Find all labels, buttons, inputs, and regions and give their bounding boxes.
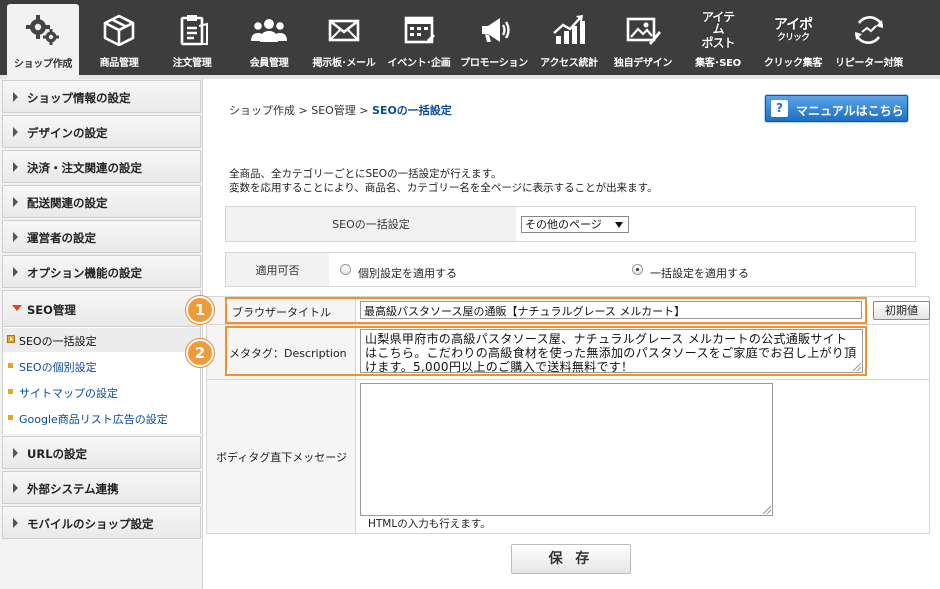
gears-icon — [23, 12, 63, 48]
users-icon — [249, 12, 289, 48]
repeat-smile-icon — [849, 12, 889, 48]
chevron-right-icon — [13, 267, 18, 277]
breadcrumb-current: SEOの一括設定 — [372, 104, 452, 117]
nav-label: プロモーション — [460, 58, 528, 69]
chart-icon — [549, 12, 589, 48]
bullet-icon — [8, 389, 13, 394]
chevron-right-icon — [13, 232, 18, 242]
help-icon: ? — [771, 100, 788, 117]
sidebar-item-shipping[interactable]: 配送関連の設定 — [2, 185, 201, 218]
chevron-right-icon — [13, 483, 18, 493]
chevron-right-icon — [13, 448, 18, 458]
browser-title-input[interactable]: 最高級パスタソース屋の通販【ナチュラルグレース メルカート】 — [360, 301, 862, 319]
mail-icon — [324, 12, 364, 48]
nav-orders[interactable]: 注文管理 — [159, 0, 225, 75]
chevron-down-icon — [12, 305, 22, 311]
nav-custom-design[interactable]: 独自デザイン — [609, 0, 677, 75]
resize-handle-icon[interactable] — [853, 363, 861, 371]
sidebar-item-url[interactable]: URLの設定 — [2, 436, 201, 469]
nav-label: ショップ作成 — [13, 59, 73, 70]
bullet-icon — [8, 415, 13, 420]
body-message-label: ボディタグ直下メッセージ — [216, 451, 348, 464]
item-post-logo: アイテム ポスト — [701, 10, 735, 50]
sidebar-item-design[interactable]: デザインの設定 — [2, 115, 201, 148]
intro-text: 全商品、全カテゴリーごとにSEOの一括設定が行えます。 変数を応用することにより… — [229, 168, 658, 194]
nav-label: 集客･SEO — [695, 58, 741, 69]
nav-click[interactable]: アイポ クリック クリック集客 — [759, 0, 827, 75]
html-note: HTMLの入力も行えます。 — [368, 518, 491, 530]
chevron-right-icon — [13, 162, 18, 172]
nav-members[interactable]: 会員管理 — [234, 0, 304, 75]
nav-label: クリック集客 — [763, 58, 823, 69]
submenu-sitemap[interactable]: サイトマップの設定 — [3, 380, 200, 404]
nav-shop-create[interactable]: ショップ作成 — [7, 4, 79, 79]
col-divider — [355, 297, 356, 533]
resize-handle-icon[interactable] — [763, 506, 771, 514]
image-edit-icon — [623, 12, 663, 48]
nav-label: リピーター対策 — [835, 58, 903, 69]
nav-products[interactable]: 商品管理 — [86, 0, 152, 75]
nav-label: アクセス統計 — [540, 58, 598, 69]
seo-setting-label: SEOの一括設定 — [226, 207, 516, 241]
nav-events[interactable]: イベント･企画 — [385, 0, 453, 75]
submenu-seo-individual[interactable]: SEOの個別設定 — [3, 354, 200, 378]
chevron-right-icon — [13, 518, 18, 528]
seo-submenu: SEOの一括設定 SEOの個別設定 サイトマップの設定 Google商品リスト広… — [2, 327, 201, 434]
clipboard-icon — [172, 12, 212, 48]
calendar-icon — [399, 12, 439, 48]
radio-bulk-label: 一括設定を適用する — [650, 267, 749, 280]
sidebar-item-shop-info[interactable]: ショップ情報の設定 — [2, 80, 201, 113]
nav-access-stats[interactable]: アクセス統計 — [536, 0, 602, 75]
nav-label: イベント･企画 — [387, 58, 451, 69]
nav-promotion[interactable]: プロモーション — [459, 0, 529, 75]
browser-title-label: ブラウザータイトル — [232, 306, 331, 319]
page-type-select[interactable]: その他のページ — [521, 216, 629, 233]
body-message-textarea[interactable] — [360, 383, 773, 516]
nav-repeater[interactable]: リピーター対策 — [833, 0, 905, 75]
aipo-click-logo: アイポ クリック — [773, 16, 813, 43]
chevron-right-icon — [13, 197, 18, 207]
sidebar: ショップ情報の設定 デザインの設定 決済・注文関連の設定 配送関連の設定 運営者… — [0, 79, 203, 589]
megaphone-icon — [474, 12, 514, 48]
nav-label: 掲示板･メール — [312, 58, 376, 69]
row-divider — [207, 379, 929, 380]
label-column — [207, 297, 355, 533]
submenu-google-ads[interactable]: Google商品リスト広告の設定 — [3, 406, 200, 430]
apply-label: 適用可否 — [226, 253, 329, 286]
top-navigation: ショップ作成 商品管理 注文管理 会員管理 掲示板･メール イベント･企画 プロ… — [0, 0, 940, 79]
step-badge-1: 1 — [186, 296, 214, 324]
nav-label: 商品管理 — [99, 58, 139, 69]
radio-bulk[interactable] — [632, 264, 643, 275]
sidebar-item-seo[interactable]: SEO管理 — [2, 290, 201, 327]
nav-label: 注文管理 — [172, 58, 212, 69]
meta-description-label: メタタグ：Description — [229, 347, 347, 360]
nav-item-post[interactable]: アイテム ポスト 集客･SEO — [684, 0, 752, 75]
meta-description-textarea[interactable]: 山梨県甲府市の高級パスタソース屋、ナチュラルグレース メルカートの公式通販サイト… — [360, 329, 863, 373]
chevron-right-icon — [13, 92, 18, 102]
box-icon — [99, 12, 139, 48]
sidebar-item-operator[interactable]: 運営者の設定 — [2, 220, 201, 253]
nav-label: 独自デザイン — [613, 58, 673, 69]
bullet-icon — [8, 363, 13, 368]
sidebar-item-mobile[interactable]: モバイルのショップ設定 — [2, 506, 201, 539]
save-button[interactable]: 保 存 — [511, 544, 631, 574]
dropdown-arrow-icon — [615, 222, 623, 228]
manual-button[interactable]: ? マニュアルはこちら — [765, 95, 908, 122]
sidebar-item-options[interactable]: オプション機能の設定 — [2, 255, 201, 288]
submenu-seo-bulk[interactable]: SEOの一括設定 — [3, 328, 200, 352]
sidebar-item-external[interactable]: 外部システム連携 — [2, 471, 201, 504]
sidebar-item-payment[interactable]: 決済・注文関連の設定 — [2, 150, 201, 183]
nav-bbs-mail[interactable]: 掲示板･メール — [310, 0, 378, 75]
play-icon — [7, 335, 15, 343]
nav-label: 会員管理 — [249, 58, 289, 69]
breadcrumb: ショップ作成 > SEO管理 > SEOの一括設定 — [229, 104, 452, 117]
chevron-right-icon — [13, 127, 18, 137]
radio-individual[interactable] — [340, 264, 351, 275]
reset-default-button[interactable]: 初期値 — [873, 301, 930, 320]
radio-individual-label: 個別設定を適用する — [358, 267, 457, 280]
step-badge-2: 2 — [186, 339, 214, 367]
row-divider — [207, 324, 929, 325]
